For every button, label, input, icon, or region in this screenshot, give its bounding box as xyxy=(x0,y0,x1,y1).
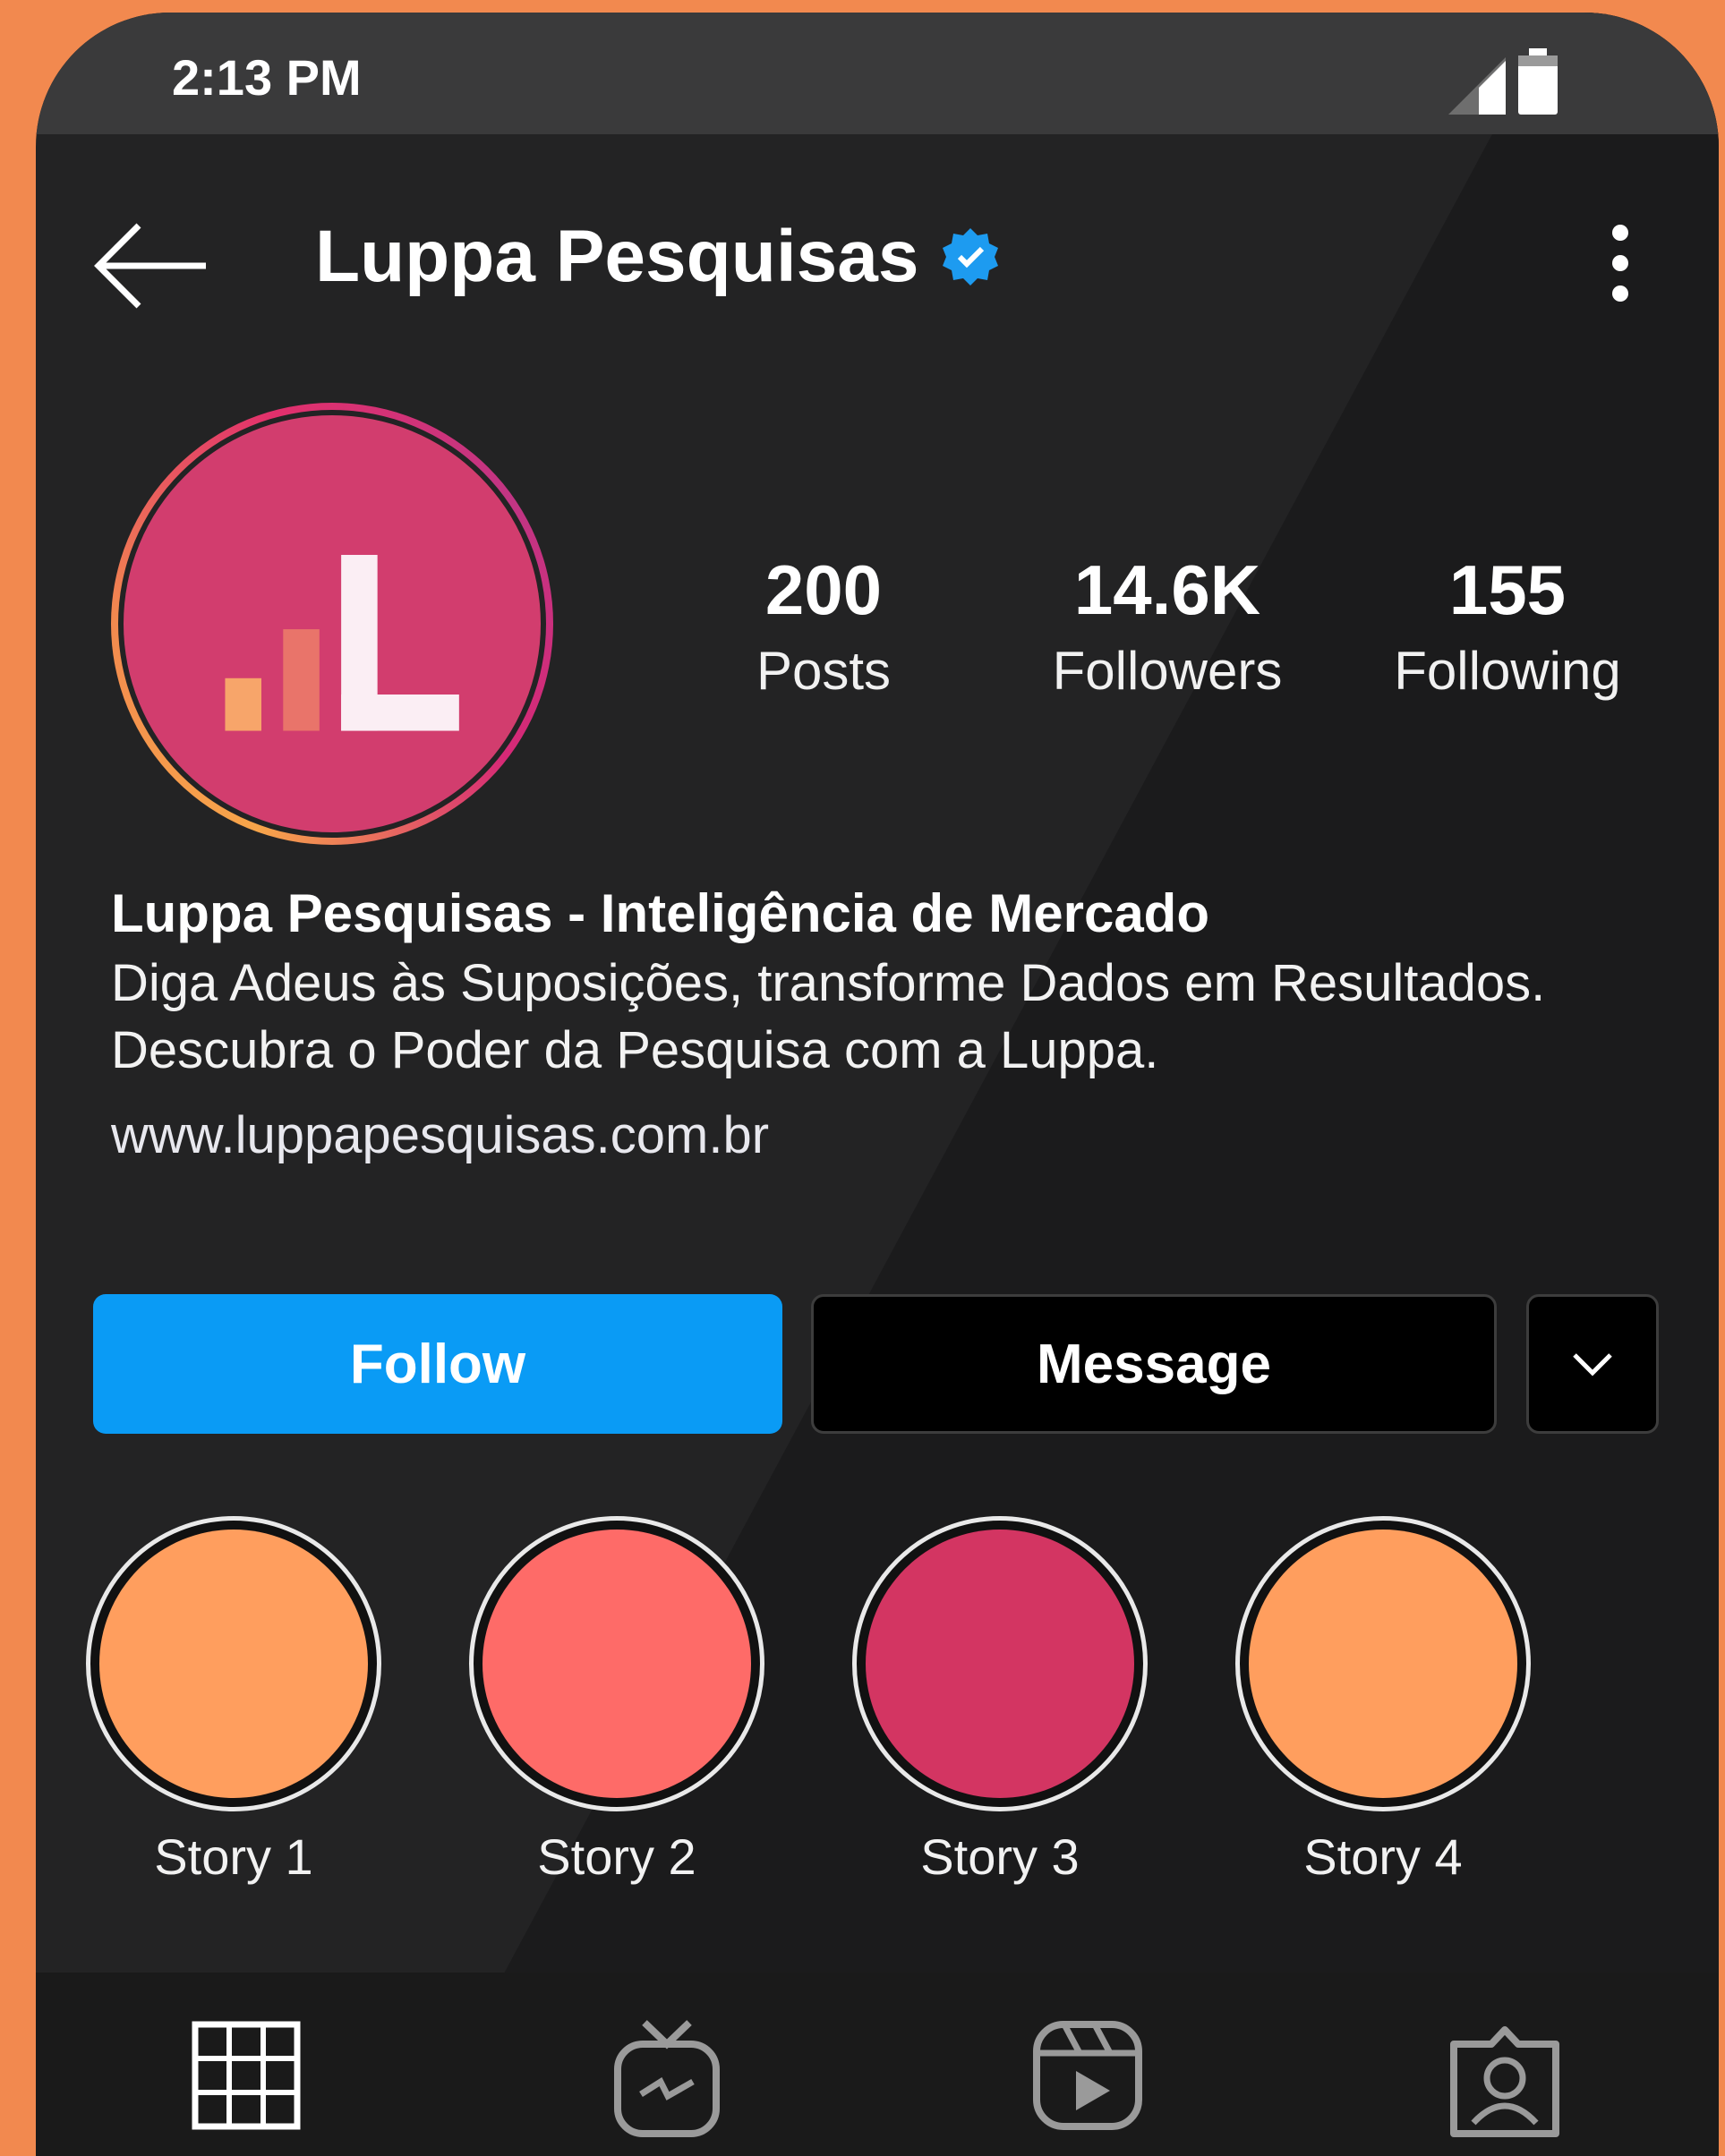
signal-icon xyxy=(1448,57,1506,115)
tab-igtv[interactable] xyxy=(609,2017,725,2143)
message-button[interactable]: Message xyxy=(811,1294,1497,1434)
avatar xyxy=(124,415,541,832)
story-label: Story 1 xyxy=(154,1828,313,1885)
status-bar: 2:13 PM xyxy=(36,13,1719,134)
back-button[interactable] xyxy=(90,217,215,315)
story-thumbnail xyxy=(1249,1530,1517,1798)
website-link[interactable]: www.luppapesquisas.com.br xyxy=(111,1105,1719,1165)
status-time: 2:13 PM xyxy=(172,49,362,106)
stat-followers[interactable]: 14.6K Followers xyxy=(1024,550,1311,702)
battery-icon xyxy=(1518,48,1558,115)
more-vertical-icon xyxy=(1612,225,1628,302)
profile-header: Luppa Pesquisas xyxy=(315,215,1001,299)
bio-line: Diga Adeus às Suposições, transforme Dad… xyxy=(111,954,1546,1012)
story-thumbnail xyxy=(99,1530,368,1798)
stat-posts[interactable]: 200 Posts xyxy=(680,550,967,702)
stat-label: Following xyxy=(1394,641,1621,701)
tagged-icon xyxy=(1450,2026,1559,2137)
stat-value: 155 xyxy=(1448,550,1567,629)
stat-label: Followers xyxy=(1052,641,1283,701)
stat-label: Posts xyxy=(756,641,892,701)
story-highlight[interactable]: Story 3 xyxy=(852,1516,1148,1886)
follow-button[interactable]: Follow xyxy=(93,1294,782,1434)
grid-icon xyxy=(192,2021,301,2130)
story-label: Story 2 xyxy=(537,1828,696,1885)
tab-grid[interactable] xyxy=(188,2017,304,2143)
story-thumbnail xyxy=(482,1530,751,1798)
story-label: Story 4 xyxy=(1303,1828,1463,1885)
igtv-icon xyxy=(614,2020,720,2137)
story-highlight[interactable]: Story 2 xyxy=(469,1516,764,1886)
avatar-story-ring[interactable] xyxy=(111,403,553,845)
tab-reels[interactable] xyxy=(1029,2017,1146,2143)
reels-icon xyxy=(1033,2021,1142,2130)
phone-frame: 2:13 PM Luppa Pesquisas 200 Posts 14.6K … xyxy=(36,13,1719,2156)
profile-bio: Luppa Pesquisas - Inteligência de Mercad… xyxy=(111,882,1719,1165)
more-options-button[interactable] xyxy=(1593,217,1647,315)
page-title: Luppa Pesquisas xyxy=(315,216,919,297)
luppa-logo-icon xyxy=(225,555,459,731)
tab-tagged[interactable] xyxy=(1447,2017,1563,2143)
story-thumbnail xyxy=(866,1530,1134,1798)
back-arrow-icon xyxy=(94,223,206,309)
story-highlight[interactable]: Story 1 xyxy=(86,1516,381,1886)
stat-value: 14.6K xyxy=(1073,550,1261,629)
suggested-accounts-button[interactable] xyxy=(1526,1294,1659,1434)
verified-badge-icon xyxy=(943,228,999,285)
bio-name: Luppa Pesquisas - Inteligência de Mercad… xyxy=(111,883,1209,943)
chevron-down-icon xyxy=(1573,1353,1612,1376)
stat-following[interactable]: 155 Following xyxy=(1364,550,1651,702)
stat-value: 200 xyxy=(764,550,883,629)
story-highlight[interactable]: Story 4 xyxy=(1235,1516,1531,1886)
story-label: Story 3 xyxy=(920,1828,1080,1885)
bio-line: Descubra o Poder da Pesquisa com a Luppa… xyxy=(111,1020,1159,1079)
